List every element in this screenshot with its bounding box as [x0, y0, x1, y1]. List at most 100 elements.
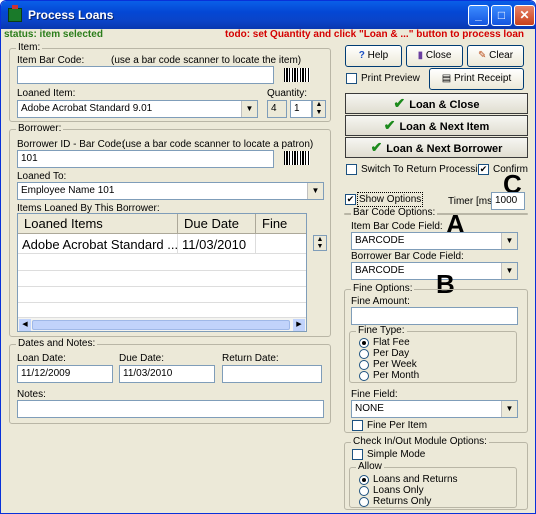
- scrollbar-thumb[interactable]: [32, 320, 290, 330]
- table-cell-due[interactable]: 11/03/2010: [178, 234, 256, 254]
- scroll-right-icon[interactable]: ▶: [293, 319, 305, 331]
- loaned-items-table[interactable]: Loaned Items Due Date Fine Adobe Acrobat…: [17, 213, 307, 332]
- table-stepper[interactable]: ▲ ▼: [313, 235, 327, 251]
- show-options-checkbox[interactable]: ✔: [345, 194, 356, 205]
- allow-returns-only-label: Returns Only: [373, 496, 432, 507]
- title-bar[interactable]: Process Loans _ □ ✕: [1, 1, 535, 29]
- minimize-button[interactable]: _: [468, 5, 489, 26]
- clear-label: Clear: [489, 50, 514, 61]
- quantity-input[interactable]: 1: [290, 100, 312, 118]
- quantity-label: Quantity:: [267, 88, 308, 99]
- print-receipt-label: Print Receipt: [453, 73, 512, 84]
- loan-date-input[interactable]: 11/12/2009: [17, 365, 113, 383]
- checkmark-icon: ✔: [393, 95, 406, 111]
- close-button[interactable]: ▮ Close: [406, 45, 463, 67]
- loaned-item-value: Adobe Acrobat Standard 9.01: [21, 103, 153, 114]
- confirm-checkbox[interactable]: ✔: [478, 164, 489, 175]
- due-date-input[interactable]: 11/03/2010: [119, 365, 215, 383]
- print-receipt-button[interactable]: ▤ Print Receipt: [429, 68, 524, 90]
- fine-type-label: Fine Type:: [356, 325, 407, 336]
- simple-mode-checkbox[interactable]: [352, 449, 363, 460]
- barcode-options-label: Bar Code Options:: [351, 207, 438, 218]
- chevron-down-icon[interactable]: ▼: [307, 183, 323, 199]
- item-barcode-field-value: BARCODE: [355, 235, 405, 246]
- close-window-button[interactable]: ✕: [514, 5, 535, 26]
- checkmark-icon: ✔: [370, 139, 383, 155]
- help-button[interactable]: ? Help: [345, 45, 402, 67]
- borrower-id-input[interactable]: 101: [17, 150, 274, 168]
- item-group-label: Item:: [16, 42, 43, 53]
- process-loans-window: Process Loans _ □ ✕ status: item selecte…: [0, 0, 536, 514]
- item-barcode-label: Item Bar Code:: [17, 55, 85, 66]
- borrower-barcode-field-select[interactable]: BARCODE ▼: [351, 262, 518, 280]
- allow-loans-returns-label: Loans and Returns: [373, 474, 458, 485]
- loan-next-borrower-button[interactable]: ✔ Loan & Next Borrower: [345, 137, 528, 158]
- window-title: Process Loans: [28, 8, 114, 22]
- borrower-barcode-field-value: BARCODE: [355, 265, 405, 276]
- item-barcode-input[interactable]: [17, 66, 274, 84]
- table-cell-item[interactable]: Adobe Acrobat Standard ...: [18, 234, 178, 254]
- maximize-button[interactable]: □: [491, 5, 512, 26]
- table-cell-fine[interactable]: [256, 234, 306, 254]
- fine-field-value: NONE: [355, 403, 384, 414]
- allow-loans-only-radio[interactable]: [359, 486, 369, 496]
- todo-text: todo: set Quantity and click "Loan & ...…: [225, 29, 524, 40]
- notes-label: Notes:: [17, 389, 46, 400]
- fine-type-day-radio[interactable]: [359, 349, 369, 359]
- return-date-label: Return Date:: [222, 353, 279, 364]
- chevron-down-icon[interactable]: ▼: [241, 101, 257, 117]
- borrower-group-label: Borrower:: [16, 123, 64, 134]
- item-barcode-icon: [284, 68, 310, 82]
- column-header-due-date[interactable]: Due Date: [178, 214, 256, 234]
- horizontal-scrollbar[interactable]: ◀ ▶: [18, 317, 306, 331]
- fine-type-flat-radio[interactable]: [359, 338, 369, 348]
- loaned-item-select[interactable]: Adobe Acrobat Standard 9.01 ▼: [17, 100, 258, 118]
- item-barcode-field-label: Item Bar Code Field:: [351, 221, 443, 232]
- fine-type-week-radio[interactable]: [359, 360, 369, 370]
- fine-field-label: Fine Field:: [351, 389, 398, 400]
- loan-next-item-button[interactable]: ✔ Loan & Next Item: [345, 115, 528, 136]
- fine-type-month-radio[interactable]: [359, 371, 369, 381]
- loan-next-borrower-label: Loan & Next Borrower: [386, 143, 503, 155]
- allow-loans-returns-radio[interactable]: [359, 475, 369, 485]
- allow-returns-only-radio[interactable]: [359, 497, 369, 507]
- chevron-down-icon[interactable]: ▼: [501, 263, 517, 279]
- help-icon: ?: [358, 50, 365, 61]
- borrower-id-hint: (use a bar code scanner to locate a patr…: [122, 139, 314, 150]
- allow-label: Allow: [356, 461, 384, 472]
- loan-date-label: Loan Date:: [17, 353, 66, 364]
- checkmark-icon: ✔: [383, 117, 396, 133]
- fine-type-flat-label: Flat Fee: [373, 337, 410, 348]
- notes-input[interactable]: [17, 400, 324, 418]
- fine-amount-input[interactable]: [351, 307, 518, 325]
- scroll-left-icon[interactable]: ◀: [19, 319, 31, 331]
- borrower-id-label: Borrower ID - Bar Code:: [17, 139, 125, 150]
- fine-type-month-label: Per Month: [373, 370, 420, 381]
- chevron-down-icon[interactable]: ▼: [501, 233, 517, 249]
- clear-button[interactable]: ✎ Clear: [467, 45, 524, 67]
- barcode-options-group: Bar Code Options:: [344, 207, 528, 218]
- door-icon: ▮: [417, 50, 424, 61]
- status-text: status: item selected: [4, 29, 103, 40]
- chevron-down-icon[interactable]: ▼: [501, 401, 517, 417]
- switch-return-checkbox[interactable]: [346, 164, 357, 175]
- timer-input[interactable]: 1000: [491, 192, 525, 210]
- fine-type-week-label: Per Week: [373, 359, 417, 370]
- loaned-item-label: Loaned Item:: [17, 88, 76, 99]
- quantity-stepper[interactable]: ▲ ▼: [312, 100, 326, 118]
- table-row-divider: [18, 270, 306, 271]
- fine-field-select[interactable]: NONE ▼: [351, 400, 518, 418]
- loaned-to-select[interactable]: Employee Name 101 ▼: [17, 182, 324, 200]
- table-row-divider: [18, 286, 306, 287]
- help-label: Help: [367, 50, 389, 61]
- print-preview-checkbox[interactable]: [346, 73, 357, 84]
- quantity-available: 4: [267, 100, 287, 118]
- return-date-input[interactable]: [222, 365, 322, 383]
- borrower-barcode-icon: [284, 151, 310, 165]
- fine-per-item-checkbox[interactable]: [352, 420, 363, 431]
- loan-close-button[interactable]: ✔ Loan & Close: [345, 93, 528, 114]
- item-barcode-hint: (use a bar code scanner to locate the it…: [111, 55, 302, 66]
- column-header-fine[interactable]: Fine: [256, 214, 306, 234]
- column-header-loaned-items[interactable]: Loaned Items: [18, 214, 178, 234]
- item-barcode-field-select[interactable]: BARCODE ▼: [351, 232, 518, 250]
